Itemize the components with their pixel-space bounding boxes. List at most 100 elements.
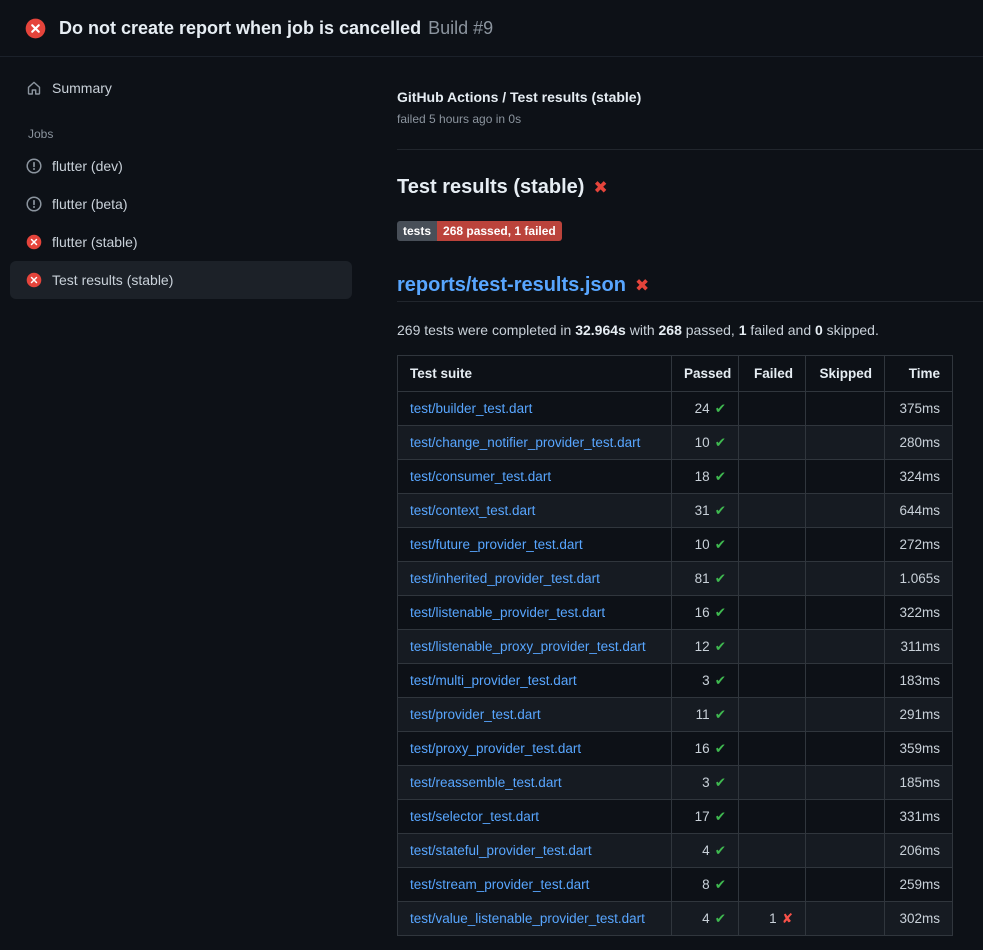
table-row: test/value_listenable_provider_test.dart…	[398, 902, 953, 936]
suite-link[interactable]: test/future_provider_test.dart	[410, 537, 583, 552]
badge-value: 268 passed, 1 failed	[437, 221, 562, 241]
suite-link[interactable]: test/context_test.dart	[410, 503, 535, 518]
suite-link[interactable]: test/inherited_provider_test.dart	[410, 571, 600, 586]
failed-cell	[739, 732, 806, 766]
skipped-cell	[806, 732, 885, 766]
passed-cell: 31✔	[672, 494, 739, 528]
check-icon: ✔	[715, 843, 726, 858]
suite-link[interactable]: test/provider_test.dart	[410, 707, 541, 722]
tests-badge: tests 268 passed, 1 failed	[397, 221, 562, 241]
passed-cell: 12✔	[672, 630, 739, 664]
table-header-row: Test suite Passed Failed Skipped Time	[398, 356, 953, 392]
time-cell: 302ms	[885, 902, 953, 936]
passed-cell: 16✔	[672, 596, 739, 630]
sidebar-item-test-results-stable[interactable]: Test results (stable)	[10, 261, 352, 299]
home-icon	[26, 80, 42, 96]
job-label: flutter (dev)	[52, 158, 123, 174]
time-cell: 272ms	[885, 528, 953, 562]
suite-link[interactable]: test/builder_test.dart	[410, 401, 532, 416]
suite-link[interactable]: test/reassemble_test.dart	[410, 775, 562, 790]
skipped-cell	[806, 664, 885, 698]
failed-cell	[739, 426, 806, 460]
check-icon: ✔	[715, 537, 726, 552]
time-cell: 280ms	[885, 426, 953, 460]
passed-count: 3	[702, 673, 710, 688]
passed-count: 10	[695, 435, 710, 450]
cross-mark-icon: ✖	[593, 179, 607, 196]
passed-cell: 16✔	[672, 732, 739, 766]
jobs-list: flutter (dev) flutter (beta) flutter (stab…	[10, 147, 352, 299]
passed-cell: 4✔	[672, 834, 739, 868]
passed-cell: 81✔	[672, 562, 739, 596]
suite-link[interactable]: test/stateful_provider_test.dart	[410, 843, 592, 858]
table-row: test/builder_test.dart24✔375ms	[398, 392, 953, 426]
failed-cell	[739, 698, 806, 732]
summary-line: 269 tests were completed in 32.964s with…	[397, 322, 983, 339]
time-cell: 644ms	[885, 494, 953, 528]
table-row: test/consumer_test.dart18✔324ms	[398, 460, 953, 494]
suite-cell: test/stateful_provider_test.dart	[398, 834, 672, 868]
col-header-skipped: Skipped	[806, 356, 885, 392]
passed-total: 268	[659, 322, 682, 338]
sidebar-item-flutter-beta[interactable]: flutter (beta)	[10, 185, 352, 223]
sidebar-summary-label: Summary	[52, 80, 112, 96]
check-icon: ✔	[715, 809, 726, 824]
suite-cell: test/selector_test.dart	[398, 800, 672, 834]
job-label: flutter (stable)	[52, 234, 138, 250]
suite-link[interactable]: test/listenable_provider_test.dart	[410, 605, 605, 620]
skipped-cell	[806, 902, 885, 936]
time-cell: 1.065s	[885, 562, 953, 596]
failed-total: 1	[739, 322, 747, 338]
failed-cell: 1✘	[739, 902, 806, 936]
suite-cell: test/builder_test.dart	[398, 392, 672, 426]
time-cell: 359ms	[885, 732, 953, 766]
passed-count: 11	[696, 707, 710, 722]
sidebar: Summary Jobs flutter (dev)flutter (beta)…	[0, 57, 397, 299]
suite-link[interactable]: test/consumer_test.dart	[410, 469, 551, 484]
suite-link[interactable]: test/multi_provider_test.dart	[410, 673, 577, 688]
suite-cell: test/value_listenable_provider_test.dart	[398, 902, 672, 936]
skipped-cell	[806, 630, 885, 664]
suite-link[interactable]: test/stream_provider_test.dart	[410, 877, 589, 892]
passed-count: 3	[702, 775, 710, 790]
passed-cell: 8✔	[672, 868, 739, 902]
failed-count: 1	[769, 911, 777, 926]
suite-link[interactable]: test/proxy_provider_test.dart	[410, 741, 581, 756]
report-file-link[interactable]: reports/test-results.json	[397, 273, 626, 297]
suite-cell: test/proxy_provider_test.dart	[398, 732, 672, 766]
table-row: test/multi_provider_test.dart3✔183ms	[398, 664, 953, 698]
check-icon: ✔	[715, 469, 726, 484]
results-table-body: test/builder_test.dart24✔375mstest/chang…	[398, 392, 953, 936]
check-icon: ✔	[715, 911, 726, 926]
sidebar-item-flutter-stable[interactable]: flutter (stable)	[10, 223, 352, 261]
skipped-cell	[806, 426, 885, 460]
job-label: Test results (stable)	[52, 272, 173, 288]
failed-cell	[739, 596, 806, 630]
suite-cell: test/listenable_proxy_provider_test.dart	[398, 630, 672, 664]
check-run-header: Do not create report when job is cancell…	[0, 0, 983, 57]
suite-link[interactable]: test/value_listenable_provider_test.dart	[410, 911, 645, 926]
suite-cell: test/provider_test.dart	[398, 698, 672, 732]
check-icon: ✔	[715, 401, 726, 416]
failed-cell	[739, 834, 806, 868]
skipped-cell	[806, 494, 885, 528]
check-icon: ✔	[715, 707, 726, 722]
run-meta: failed 5 hours ago in 0s	[397, 111, 983, 127]
skipped-cell	[806, 528, 885, 562]
passed-cell: 11 ✔	[672, 698, 739, 732]
col-header-failed: Failed	[739, 356, 806, 392]
report-title: reports/test-results.json ✖	[397, 273, 983, 302]
passed-cell: 24✔	[672, 392, 739, 426]
sidebar-item-flutter-dev[interactable]: flutter (dev)	[10, 147, 352, 185]
suite-cell: test/consumer_test.dart	[398, 460, 672, 494]
x-circle-icon	[25, 18, 46, 39]
suite-link[interactable]: test/listenable_proxy_provider_test.dart	[410, 639, 646, 654]
alert-circle-icon	[26, 158, 42, 174]
x-icon: ✘	[782, 911, 793, 926]
sidebar-item-summary[interactable]: Summary	[10, 69, 352, 107]
failed-cell	[739, 800, 806, 834]
suite-link[interactable]: test/selector_test.dart	[410, 809, 539, 824]
passed-cell: 10 ✔	[672, 426, 739, 460]
check-icon: ✔	[715, 435, 726, 450]
suite-link[interactable]: test/change_notifier_provider_test.dart	[410, 435, 640, 450]
